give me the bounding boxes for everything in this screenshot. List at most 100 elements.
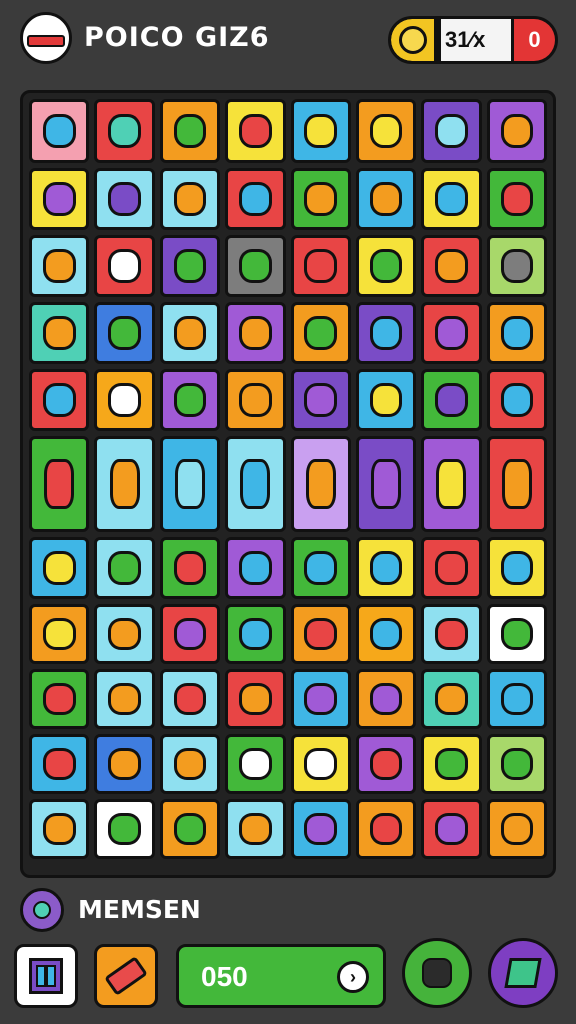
tile-r6-c5[interactable]	[290, 436, 351, 532]
tile-r11-c4[interactable]	[225, 799, 286, 859]
tile-r8-c4[interactable]	[225, 604, 286, 664]
tile-r9-c5[interactable]	[290, 669, 351, 729]
tile-r11-c7[interactable]	[421, 799, 482, 859]
tile-r8-c5[interactable]	[290, 604, 351, 664]
tile-r10-c4[interactable]	[225, 734, 286, 794]
tile-r9-c6[interactable]	[355, 669, 417, 729]
tile-r10-c8[interactable]	[486, 734, 547, 794]
lives-badge[interactable]: 0	[511, 19, 555, 61]
tile-r11-c5[interactable]	[290, 799, 351, 859]
tile-r4-c3[interactable]	[159, 302, 221, 364]
tile-r2-c6[interactable]	[355, 168, 417, 230]
tile-r6-c1[interactable]	[29, 436, 90, 532]
avatar[interactable]	[20, 888, 64, 932]
tile-r10-c6[interactable]	[355, 734, 417, 794]
tile-r4-c6[interactable]	[355, 302, 417, 364]
tile-r3-c7[interactable]	[421, 235, 482, 297]
tile-r6-c3[interactable]	[159, 436, 221, 532]
tile-r10-c1[interactable]	[29, 734, 90, 794]
tile-r4-c8[interactable]	[486, 302, 547, 364]
tile-r10-c3[interactable]	[159, 734, 221, 794]
tile-r2-c2[interactable]	[94, 168, 155, 230]
tile-r4-c4[interactable]	[225, 302, 286, 364]
tile-r11-c6[interactable]	[355, 799, 417, 859]
tile-r2-c5[interactable]	[290, 168, 351, 230]
tile-r2-c8[interactable]	[486, 168, 547, 230]
tile-r4-c7[interactable]	[421, 302, 482, 364]
progress-button[interactable]: 050 ›	[176, 944, 386, 1008]
tile-r2-c7[interactable]	[421, 168, 482, 230]
tile-r11-c2[interactable]	[94, 799, 155, 859]
tile-r1-c5[interactable]	[290, 99, 351, 163]
tile-r1-c3[interactable]	[159, 99, 221, 163]
tile-r5-c2[interactable]	[94, 369, 155, 431]
arrow-right-icon[interactable]: ›	[337, 961, 369, 993]
tile-r4-c2[interactable]	[94, 302, 155, 364]
tile-r9-c8[interactable]	[486, 669, 547, 729]
tile-r6-c6[interactable]	[355, 436, 417, 532]
tile-r5-c8[interactable]	[486, 369, 547, 431]
tile-r3-c4[interactable]	[225, 235, 286, 297]
tile-r11-c3[interactable]	[159, 799, 221, 859]
tile-r7-c8[interactable]	[486, 537, 547, 599]
avatar-icon	[33, 901, 51, 919]
tile-r7-c2[interactable]	[94, 537, 155, 599]
tile-r9-c7[interactable]	[421, 669, 482, 729]
tile-r9-c3[interactable]	[159, 669, 221, 729]
tile-r7-c5[interactable]	[290, 537, 351, 599]
tile-r5-c1[interactable]	[29, 369, 90, 431]
tile-r3-c6[interactable]	[355, 235, 417, 297]
map-button[interactable]	[488, 938, 558, 1008]
tile-r5-c6[interactable]	[355, 369, 417, 431]
tile-r9-c1[interactable]	[29, 669, 90, 729]
tile-r8-c3[interactable]	[159, 604, 221, 664]
tile-r11-c8[interactable]	[486, 799, 547, 859]
tile-r2-c4[interactable]	[225, 168, 286, 230]
tile-r5-c3[interactable]	[159, 369, 221, 431]
tile-r8-c2[interactable]	[94, 604, 155, 664]
tile-r7-c7[interactable]	[421, 537, 482, 599]
tile-r6-c2[interactable]	[94, 436, 155, 532]
tile-r5-c7[interactable]	[421, 369, 482, 431]
tile-r1-c7[interactable]	[421, 99, 482, 163]
tile-r10-c2[interactable]	[94, 734, 155, 794]
tile-r1-c8[interactable]	[486, 99, 547, 163]
tile-r3-c3[interactable]	[159, 235, 221, 297]
tile-r6-c4[interactable]	[225, 436, 286, 532]
tile-r1-c6[interactable]	[355, 99, 417, 163]
tile-r8-c1[interactable]	[29, 604, 90, 664]
tile-r2-c1[interactable]	[29, 168, 90, 230]
puzzle-button[interactable]	[402, 938, 472, 1008]
tile-r9-c2[interactable]	[94, 669, 155, 729]
tile-r1-c2[interactable]	[94, 99, 155, 163]
tile-r10-c7[interactable]	[421, 734, 482, 794]
tile-r3-c5[interactable]	[290, 235, 351, 297]
tile-r7-c1[interactable]	[29, 537, 90, 599]
tile-r8-c6[interactable]	[355, 604, 417, 664]
tile-r2-c3[interactable]	[159, 168, 221, 230]
tile-r11-c1[interactable]	[29, 799, 90, 859]
tile-r8-c7[interactable]	[421, 604, 482, 664]
game-title: POICO GIZ6	[84, 22, 270, 53]
tile-r3-c8[interactable]	[486, 235, 547, 297]
eraser-button[interactable]	[94, 944, 158, 1008]
flag-logo-icon[interactable]	[20, 12, 72, 64]
tile-r6-c7[interactable]	[421, 436, 482, 532]
tile-r1-c1[interactable]	[29, 99, 90, 163]
tile-r9-c4[interactable]	[225, 669, 286, 729]
tile-r3-c2[interactable]	[94, 235, 155, 297]
tile-r7-c4[interactable]	[225, 537, 286, 599]
tile-r7-c6[interactable]	[355, 537, 417, 599]
tile-r5-c4[interactable]	[225, 369, 286, 431]
tile-r1-c4[interactable]	[225, 99, 286, 163]
tile-r6-c8[interactable]	[486, 436, 547, 532]
tile-r8-c8[interactable]	[486, 604, 547, 664]
tile-r7-c3[interactable]	[159, 537, 221, 599]
tile-r4-c1[interactable]	[29, 302, 90, 364]
tile-item-icon	[500, 383, 534, 417]
tile-r5-c5[interactable]	[290, 369, 351, 431]
tile-r10-c5[interactable]	[290, 734, 351, 794]
menu-button[interactable]	[14, 944, 78, 1008]
tile-r4-c5[interactable]	[290, 302, 351, 364]
tile-r3-c1[interactable]	[29, 235, 90, 297]
